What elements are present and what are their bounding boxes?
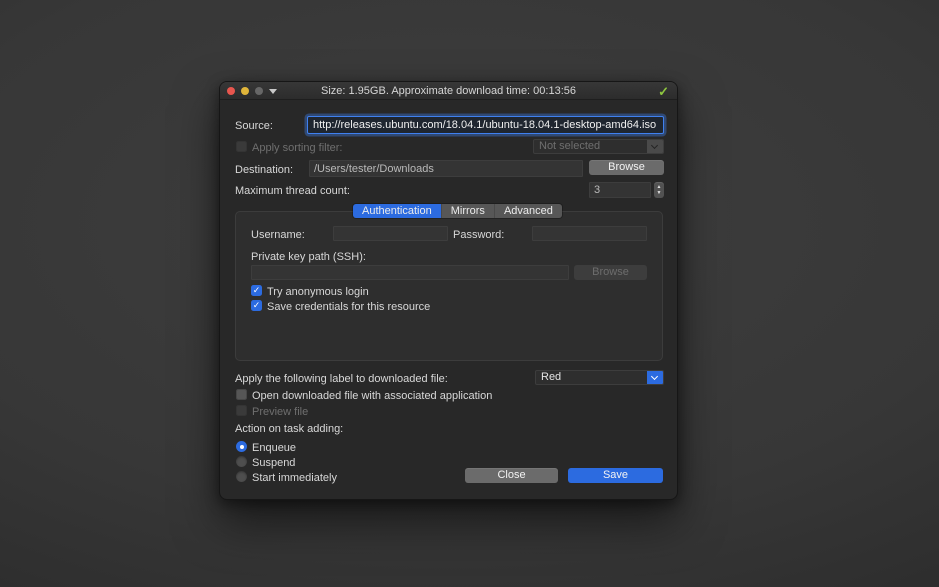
thread-count-input[interactable]: [589, 182, 651, 198]
sorting-filter-value: Not selected: [534, 140, 647, 153]
try-anonymous-login-checkbox[interactable]: ✓: [251, 285, 262, 296]
tab-bar: Authentication Mirrors Advanced: [353, 204, 562, 218]
tab-advanced[interactable]: Advanced: [495, 204, 562, 218]
save-credentials-checkbox[interactable]: ✓: [251, 300, 262, 311]
window-title: Size: 1.95GB. Approximate download time:…: [220, 82, 677, 100]
stepper-down-icon[interactable]: ▼: [654, 191, 664, 196]
radio-enqueue-label: Enqueue: [252, 442, 296, 454]
chevron-down-icon: [647, 140, 663, 153]
tab-authentication[interactable]: Authentication: [353, 204, 442, 218]
open-file-checkbox[interactable]: [236, 389, 247, 400]
username-label: Username:: [251, 229, 305, 241]
sorting-filter-select: Not selected: [533, 139, 664, 154]
save-button[interactable]: Save: [568, 468, 663, 483]
password-input[interactable]: [532, 226, 647, 241]
save-credentials-label: Save credentials for this resource: [267, 301, 430, 313]
destination-label: Destination:: [235, 164, 293, 176]
thread-count-stepper[interactable]: ▲ ▼: [654, 182, 664, 198]
radio-start-immediately[interactable]: [236, 471, 247, 482]
close-button[interactable]: Close: [465, 468, 558, 483]
try-anonymous-login-label: Try anonymous login: [267, 286, 369, 298]
file-label-label: Apply the following label to downloaded …: [235, 373, 448, 385]
preview-file-label: Preview file: [252, 406, 308, 418]
source-url-input[interactable]: [307, 116, 664, 134]
title-bar[interactable]: Size: 1.95GB. Approximate download time:…: [220, 82, 677, 100]
radio-enqueue[interactable]: [236, 441, 247, 452]
radio-suspend[interactable]: [236, 456, 247, 467]
file-label-select[interactable]: Red: [535, 370, 664, 385]
destination-browse-button[interactable]: Browse: [589, 160, 664, 175]
thread-count-label: Maximum thread count:: [235, 185, 350, 197]
file-label-value: Red: [536, 371, 647, 384]
radio-suspend-label: Suspend: [252, 457, 295, 469]
stepper-up-icon[interactable]: ▲: [654, 185, 664, 190]
private-key-label: Private key path (SSH):: [251, 251, 366, 263]
action-on-task-label: Action on task adding:: [235, 423, 343, 435]
apply-sorting-filter-checkbox: [236, 141, 247, 152]
chevron-down-icon[interactable]: [647, 371, 663, 384]
tab-mirrors[interactable]: Mirrors: [442, 204, 495, 218]
source-label: Source:: [235, 120, 273, 132]
url-valid-checkmark-icon: ✓: [658, 84, 669, 100]
add-download-task-dialog: Size: 1.95GB. Approximate download time:…: [219, 81, 678, 500]
password-label: Password:: [453, 229, 504, 241]
private-key-browse-button: Browse: [574, 265, 647, 280]
preview-file-checkbox: [236, 405, 247, 416]
apply-sorting-filter-label: Apply sorting filter:: [252, 142, 342, 154]
destination-path-input[interactable]: [309, 160, 583, 177]
radio-start-immediately-label: Start immediately: [252, 472, 337, 484]
open-file-label: Open downloaded file with associated app…: [252, 390, 492, 402]
username-input[interactable]: [333, 226, 448, 241]
private-key-input[interactable]: [251, 265, 569, 280]
